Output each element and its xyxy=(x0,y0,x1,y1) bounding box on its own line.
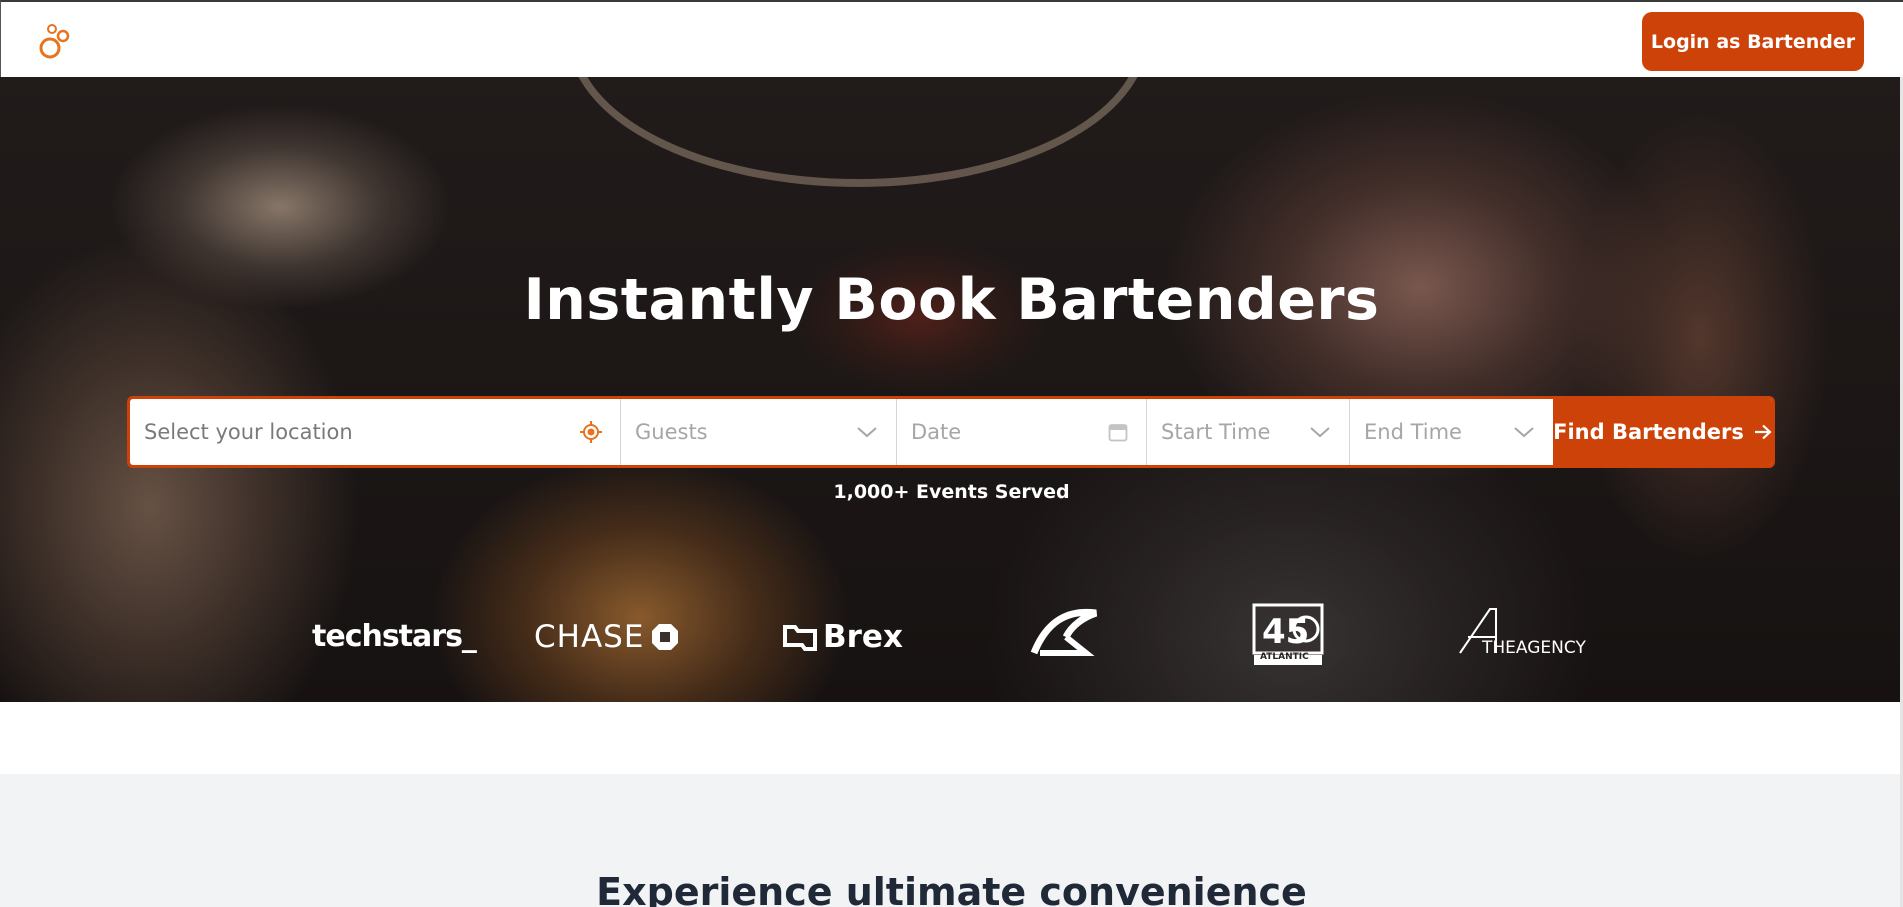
arrow-right-icon xyxy=(1754,424,1772,440)
techstars-logo: techstars_ xyxy=(312,619,477,654)
techstars-wordmark: techstars_ xyxy=(312,619,477,654)
location-input[interactable] xyxy=(144,420,620,444)
chevron-down-icon xyxy=(857,427,877,438)
location-field[interactable] xyxy=(130,399,621,465)
events-served-text: 1,000+ Events Served xyxy=(833,481,1070,503)
brex-mark-icon xyxy=(783,625,817,651)
end-time-select[interactable]: End Time xyxy=(1350,399,1553,465)
atlantic-logo: 45 ATLANTIC xyxy=(1252,603,1324,667)
brex-wordmark: Brex xyxy=(823,619,903,655)
atlantic-wordmark: ATLANTIC xyxy=(1260,652,1309,662)
the-agency-logo: THEAGENCY xyxy=(1456,603,1586,659)
brex-logo: Brex xyxy=(783,619,903,655)
guests-placeholder: Guests xyxy=(635,420,708,444)
start-time-placeholder: Start Time xyxy=(1161,420,1271,444)
date-field[interactable]: Date xyxy=(897,399,1147,465)
hero-section: Instantly Book Bartenders Guests Date xyxy=(0,77,1903,702)
la-rams-logo xyxy=(1026,603,1104,663)
login-as-bartender-button[interactable]: Login as Bartender xyxy=(1642,12,1864,71)
start-time-select[interactable]: Start Time xyxy=(1147,399,1350,465)
section-title: Experience ultimate convenience xyxy=(596,870,1307,907)
guests-select[interactable]: Guests xyxy=(621,399,897,465)
calendar-icon[interactable] xyxy=(1108,422,1128,442)
partner-logos: techstars_ CHASE Brex 45 ATLANTIC THEAGE… xyxy=(0,603,1903,687)
chevron-down-icon xyxy=(1310,427,1330,438)
top-nav: Login as Bartender xyxy=(0,0,1903,77)
bubbles-logo-icon[interactable] xyxy=(37,22,73,60)
chase-logo: CHASE xyxy=(534,619,680,655)
la-rams-mark-icon xyxy=(1030,608,1098,656)
features-section: Experience ultimate convenience xyxy=(0,774,1903,907)
end-time-placeholder: End Time xyxy=(1364,420,1462,444)
date-placeholder: Date xyxy=(911,420,962,444)
find-bartenders-label: Find Bartenders xyxy=(1553,420,1744,444)
locate-target-icon[interactable] xyxy=(580,421,602,443)
find-bartenders-button[interactable]: Find Bartenders xyxy=(1553,399,1772,465)
chevron-down-icon xyxy=(1514,427,1534,438)
booking-search-bar: Guests Date Start Time End Time Fin xyxy=(127,396,1775,468)
chase-wordmark: CHASE xyxy=(534,619,645,655)
hero-title: Instantly Book Bartenders xyxy=(523,267,1380,333)
agency-wordmark: THEAGENCY xyxy=(1482,638,1586,658)
chase-octagon-icon xyxy=(652,624,679,650)
